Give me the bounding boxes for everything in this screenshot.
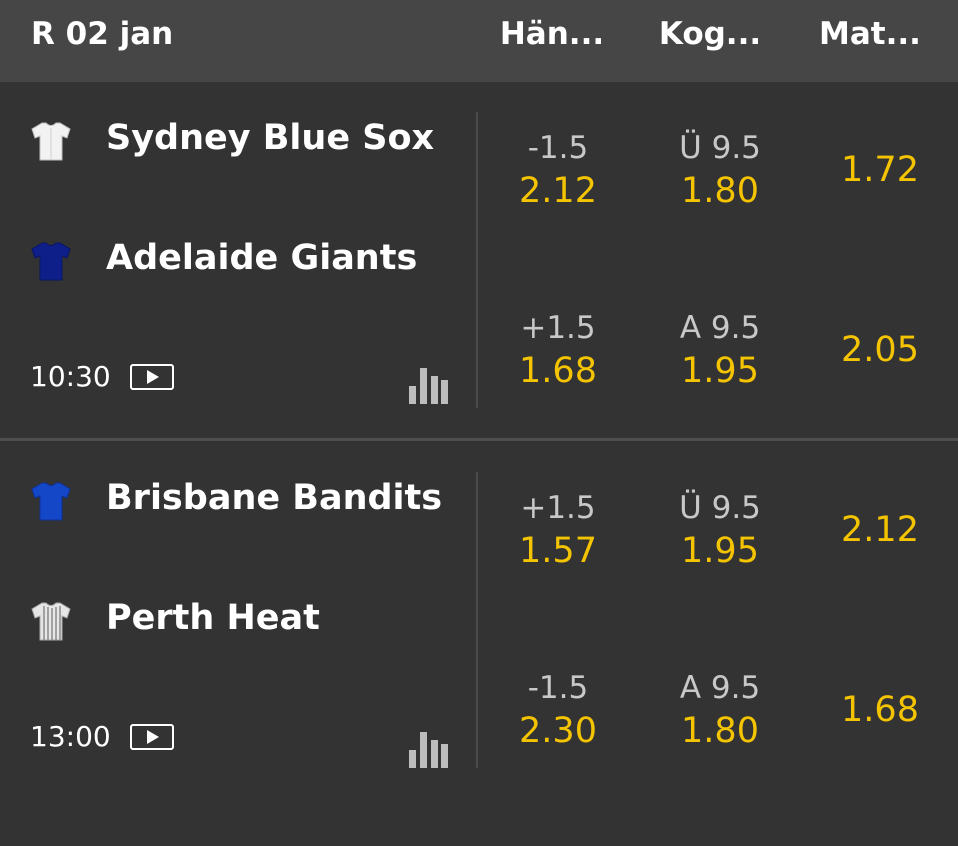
total-line: Ü 9.5 bbox=[679, 490, 761, 526]
team-name: Brisbane Bandits bbox=[106, 478, 443, 518]
column-divider bbox=[476, 472, 478, 768]
event-row[interactable]: Sydney Blue Sox Adelaide Giants 10:30 -1… bbox=[0, 82, 958, 440]
team-row: Perth Heat bbox=[0, 590, 470, 650]
odds-value: 1.80 bbox=[681, 171, 759, 211]
column-header-handicap[interactable]: Hän... bbox=[482, 16, 622, 52]
striped-jersey-icon bbox=[31, 602, 71, 641]
blue-jersey-icon bbox=[31, 482, 71, 521]
column-header-total[interactable]: Kog... bbox=[640, 16, 780, 52]
handicap-outcome-2[interactable]: +1.5 1.68 bbox=[488, 308, 628, 394]
team-name: Adelaide Giants bbox=[106, 238, 418, 278]
handicap-outcome-2[interactable]: -1.5 2.30 bbox=[488, 668, 628, 754]
navy-jersey-icon bbox=[31, 242, 71, 281]
odds-value: 1.57 bbox=[519, 531, 597, 571]
team-name: Sydney Blue Sox bbox=[106, 118, 435, 158]
white-jersey-icon bbox=[31, 122, 71, 161]
stats-icon[interactable] bbox=[408, 730, 448, 770]
header-bar: R 02 jan Hän... Kog... Mat... bbox=[0, 0, 958, 82]
total-over-outcome[interactable]: Ü 9.5 1.80 bbox=[650, 128, 790, 214]
odds-value: 1.95 bbox=[681, 531, 759, 571]
odds-value: 1.80 bbox=[681, 711, 759, 751]
handicap-line: -1.5 bbox=[527, 670, 589, 706]
match-odds-away[interactable]: 2.05 bbox=[810, 330, 950, 370]
handicap-line: +1.5 bbox=[520, 490, 596, 526]
handicap-line: +1.5 bbox=[520, 310, 596, 346]
match-time: 13:00 bbox=[30, 720, 111, 753]
odds-value: 1.68 bbox=[519, 351, 597, 391]
total-line: A 9.5 bbox=[679, 670, 761, 706]
team-row: Brisbane Bandits bbox=[0, 470, 470, 530]
team-row: Adelaide Giants bbox=[0, 230, 470, 290]
handicap-outcome-1[interactable]: +1.5 1.57 bbox=[488, 488, 628, 574]
team-name: Perth Heat bbox=[106, 598, 320, 638]
column-divider bbox=[476, 112, 478, 408]
odds-value: 2.12 bbox=[519, 171, 597, 211]
match-odds-away[interactable]: 1.68 bbox=[810, 690, 950, 730]
match-odds-home[interactable]: 1.72 bbox=[810, 150, 950, 190]
live-stream-icon[interactable] bbox=[130, 364, 174, 390]
handicap-outcome-1[interactable]: -1.5 2.12 bbox=[488, 128, 628, 214]
event-separator bbox=[0, 438, 958, 441]
handicap-line: -1.5 bbox=[527, 130, 589, 166]
total-over-outcome[interactable]: Ü 9.5 1.95 bbox=[650, 488, 790, 574]
total-line: Ü 9.5 bbox=[679, 130, 761, 166]
total-under-outcome[interactable]: A 9.5 1.95 bbox=[650, 308, 790, 394]
odds-value: 1.95 bbox=[681, 351, 759, 391]
team-row: Sydney Blue Sox bbox=[0, 110, 470, 170]
round-date: R 02 jan bbox=[31, 16, 174, 52]
total-under-outcome[interactable]: A 9.5 1.80 bbox=[650, 668, 790, 754]
column-header-match[interactable]: Mat... bbox=[800, 16, 940, 52]
event-row[interactable]: Brisbane Bandits Perth Heat 13:00 +1.5 1… bbox=[0, 442, 958, 800]
live-stream-icon[interactable] bbox=[130, 724, 174, 750]
match-time: 10:30 bbox=[30, 360, 111, 393]
odds-value: 2.30 bbox=[519, 711, 597, 751]
total-line: A 9.5 bbox=[679, 310, 761, 346]
match-odds-home[interactable]: 2.12 bbox=[810, 510, 950, 550]
stats-icon[interactable] bbox=[408, 366, 448, 406]
